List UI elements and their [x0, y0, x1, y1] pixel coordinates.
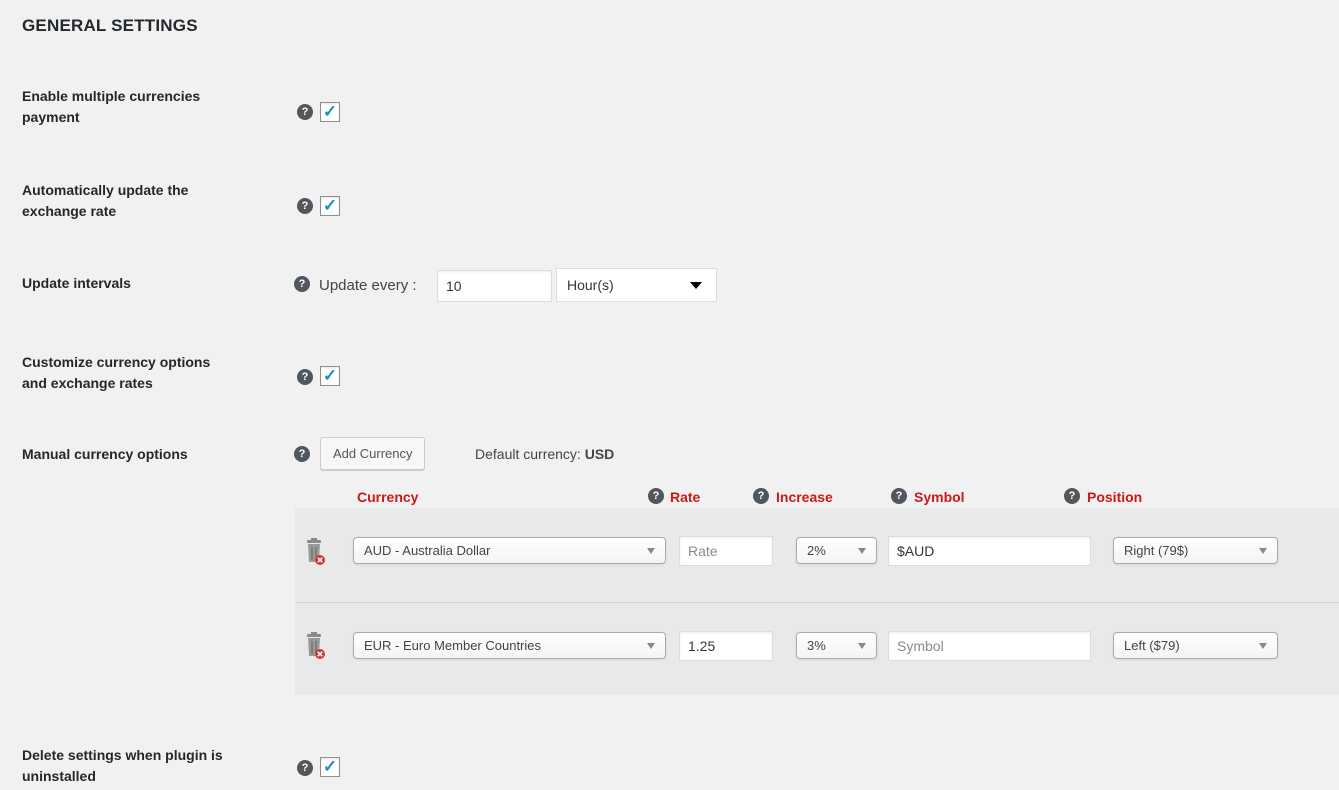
- currency-select[interactable]: AUD - Australia Dollar: [353, 537, 666, 564]
- currency-select-value: AUD - Australia Dollar: [364, 543, 491, 558]
- checkmark-icon: ✓: [322, 196, 338, 215]
- increase-select-value: 3%: [807, 638, 826, 653]
- delete-settings-checkbox[interactable]: ✓: [320, 757, 340, 777]
- question-circle-icon[interactable]: ?: [294, 276, 310, 292]
- caret-down-icon: [647, 548, 655, 554]
- question-circle-icon[interactable]: ?: [648, 488, 664, 504]
- caret-down-icon: [858, 548, 866, 554]
- auto-update-label: Automatically update the exchange rate: [22, 180, 262, 222]
- question-circle-icon[interactable]: ?: [297, 104, 313, 120]
- customize-label-line2: and exchange rates: [22, 375, 153, 391]
- caret-down-icon: [690, 282, 702, 289]
- column-header-rate: Rate: [670, 489, 701, 505]
- customize-checkbox[interactable]: ✓: [320, 366, 340, 386]
- enable-multi-label-line2: payment: [22, 109, 80, 125]
- position-select-value: Left ($79): [1124, 638, 1180, 653]
- currency-select[interactable]: EUR - Euro Member Countries: [353, 632, 666, 659]
- trash-delete-icon[interactable]: [304, 538, 326, 566]
- question-circle-icon[interactable]: ?: [753, 488, 769, 504]
- caret-down-icon: [647, 643, 655, 649]
- position-select-value: Right (79$): [1124, 543, 1189, 558]
- question-circle-icon[interactable]: ?: [297, 760, 313, 776]
- caret-down-icon: [1259, 643, 1267, 649]
- question-circle-icon[interactable]: ?: [891, 488, 907, 504]
- column-header-symbol: Symbol: [914, 489, 965, 505]
- trash-delete-icon[interactable]: [304, 632, 326, 660]
- symbol-input[interactable]: [888, 631, 1091, 661]
- checkmark-icon: ✓: [322, 366, 338, 385]
- currency-select-value: EUR - Euro Member Countries: [364, 638, 541, 653]
- question-circle-icon[interactable]: ?: [1064, 488, 1080, 504]
- default-currency-value: USD: [584, 446, 615, 462]
- checkmark-icon: ✓: [322, 102, 338, 121]
- page-title: GENERAL SETTINGS: [22, 16, 198, 35]
- customize-label-line1: Customize currency options: [22, 354, 211, 370]
- caret-down-icon: [1259, 548, 1267, 554]
- update-interval-value-input[interactable]: [437, 270, 552, 302]
- question-circle-icon[interactable]: ?: [294, 446, 310, 462]
- update-every-prefix: Update every :: [319, 277, 417, 294]
- enable-multi-label: Enable multiple currencies payment: [22, 86, 262, 128]
- update-interval-unit-select[interactable]: Hour(s): [556, 268, 717, 302]
- position-select[interactable]: Right (79$): [1113, 537, 1278, 564]
- column-header-currency: Currency: [357, 489, 419, 505]
- caret-down-icon: [858, 643, 866, 649]
- question-circle-icon[interactable]: ?: [297, 369, 313, 385]
- update-interval-unit-value: Hour(s): [567, 277, 614, 293]
- auto-update-label-line2: exchange rate: [22, 203, 117, 219]
- enable-multi-checkbox[interactable]: ✓: [320, 102, 340, 122]
- default-currency-text: Default currency: USD: [475, 446, 614, 462]
- column-header-position: Position: [1087, 489, 1143, 505]
- delete-settings-label-line1: Delete settings when plugin is: [22, 747, 223, 763]
- customize-label: Customize currency options and exchange …: [22, 352, 262, 394]
- increase-select-value: 2%: [807, 543, 826, 558]
- rate-input[interactable]: [679, 631, 773, 661]
- row-divider: [295, 602, 1339, 603]
- checkmark-icon: ✓: [322, 757, 338, 776]
- rate-input[interactable]: [679, 536, 773, 566]
- manual-currency-label: Manual currency options: [22, 446, 188, 462]
- increase-select[interactable]: 3%: [796, 632, 877, 659]
- symbol-input[interactable]: [888, 536, 1091, 566]
- auto-update-label-line1: Automatically update the: [22, 182, 189, 198]
- column-header-increase: Increase: [776, 489, 833, 505]
- enable-multi-label-line1: Enable multiple currencies: [22, 88, 201, 104]
- delete-settings-label-line2: uninstalled: [22, 768, 96, 784]
- default-currency-prefix: Default currency:: [475, 446, 581, 462]
- delete-settings-label: Delete settings when plugin is uninstall…: [22, 745, 262, 787]
- auto-update-checkbox[interactable]: ✓: [320, 196, 340, 216]
- update-intervals-label: Update intervals: [22, 275, 131, 291]
- add-currency-button[interactable]: Add Currency: [320, 437, 426, 470]
- increase-select[interactable]: 2%: [796, 537, 877, 564]
- question-circle-icon[interactable]: ?: [297, 198, 313, 214]
- position-select[interactable]: Left ($79): [1113, 632, 1278, 659]
